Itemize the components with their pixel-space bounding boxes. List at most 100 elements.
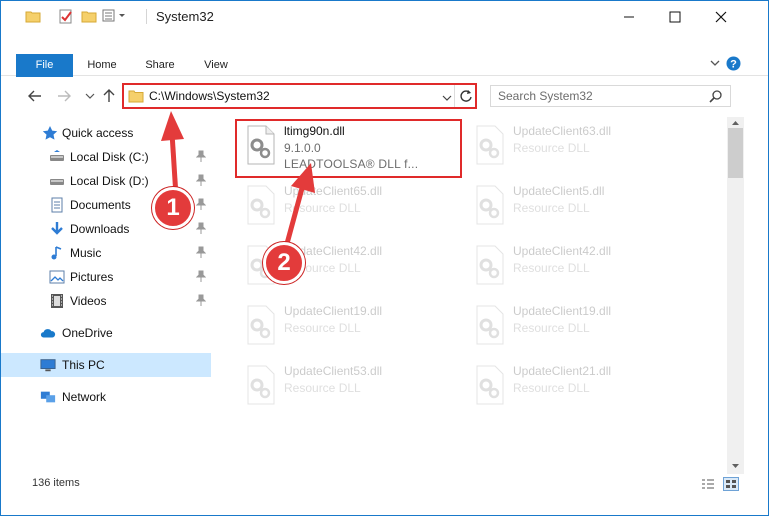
network-icon <box>40 389 56 405</box>
forward-button[interactable] <box>55 87 73 105</box>
window-title: System32 <box>156 9 214 24</box>
file-item[interactable]: UpdateClient63.dll Resource DLL <box>465 119 689 175</box>
expand-ribbon-icon[interactable] <box>709 57 721 72</box>
pin-icon[interactable] <box>196 150 206 162</box>
drive-icon <box>49 173 65 189</box>
nav-item-local-disk-c[interactable]: Local Disk (C:) <box>1 145 211 169</box>
new-folder-icon[interactable] <box>81 8 97 26</box>
pin-icon[interactable] <box>196 270 206 282</box>
nav-label: Downloads <box>70 222 130 236</box>
up-button[interactable] <box>100 87 118 105</box>
pin-icon[interactable] <box>196 222 206 234</box>
file-item[interactable]: UpdateClient42.dll Resource DLL <box>465 239 689 295</box>
title-bar: System32 <box>1 1 768 32</box>
file-item[interactable]: UpdateClient53.dll Resource DLL <box>236 359 460 415</box>
dll-file-icon <box>247 305 275 345</box>
downloads-icon <box>49 221 65 237</box>
tab-share[interactable]: Share <box>137 54 183 77</box>
address-path[interactable]: C:\Windows\System32 <box>149 89 270 103</box>
dll-file-icon <box>476 245 504 285</box>
dll-file-icon <box>476 125 504 165</box>
address-divider <box>454 85 455 107</box>
address-dropdown-icon[interactable] <box>442 91 452 105</box>
pin-icon[interactable] <box>196 174 206 186</box>
file-name: UpdateClient53.dll <box>284 364 383 378</box>
scrollbar-thumb[interactable] <box>728 128 743 178</box>
file-description: Resource DLL <box>513 201 590 215</box>
nav-label: Pictures <box>70 270 114 284</box>
nav-item-music[interactable]: Music <box>1 241 211 265</box>
pin-icon[interactable] <box>196 246 206 258</box>
explorer-window: System32 File Home Share View ? C:\Windo… <box>0 0 769 516</box>
pin-icon[interactable] <box>196 198 206 210</box>
title-separator <box>146 9 147 24</box>
file-description: Resource DLL <box>284 201 361 215</box>
details-view-icon[interactable] <box>701 478 715 493</box>
nav-label: Local Disk (D:) <box>70 174 149 188</box>
file-description: Resource DLL <box>284 381 361 395</box>
status-bar <box>1 475 768 495</box>
nav-label: This PC <box>62 358 105 372</box>
folder-icon <box>128 88 144 107</box>
svg-text:?: ? <box>730 59 737 71</box>
nav-network[interactable]: Network <box>1 385 211 409</box>
help-icon[interactable]: ? <box>726 56 741 74</box>
dll-file-icon <box>476 365 504 405</box>
minimize-button[interactable] <box>606 1 652 32</box>
nav-item-videos[interactable]: Videos <box>1 289 211 313</box>
dll-file-icon <box>247 185 275 225</box>
videos-icon <box>49 293 65 309</box>
folder-icon <box>25 8 41 26</box>
refresh-icon[interactable] <box>459 88 473 107</box>
file-description: Resource DLL <box>513 261 590 275</box>
file-name: UpdateClient5.dll <box>513 184 605 198</box>
file-item[interactable]: UpdateClient5.dll Resource DLL <box>465 179 689 235</box>
back-button[interactable] <box>26 87 44 105</box>
step-2-badge: 2 <box>263 242 305 284</box>
close-icon <box>715 11 727 22</box>
dll-file-icon <box>247 365 275 405</box>
file-name: UpdateClient65.dll <box>284 184 383 198</box>
highlight-box <box>235 119 462 178</box>
close-button[interactable] <box>698 1 744 32</box>
file-item[interactable]: UpdateClient65.dll Resource DLL <box>236 179 460 235</box>
nav-quick-access[interactable]: Quick access <box>1 121 211 145</box>
item-count: 136 items <box>32 477 80 489</box>
navigation-pane: Quick access Local Disk (C:) Local Disk … <box>1 117 213 462</box>
search-icon[interactable] <box>709 89 723 106</box>
recent-locations-button[interactable] <box>81 87 99 105</box>
search-box[interactable]: Search System32 <box>490 85 731 107</box>
properties-icon[interactable] <box>58 8 74 26</box>
maximize-button[interactable] <box>652 1 698 32</box>
customize-toolbar-icon[interactable] <box>102 8 130 26</box>
search-input[interactable]: Search System32 <box>498 89 593 103</box>
cloud-icon <box>40 325 56 341</box>
scroll-up-icon[interactable] <box>731 120 740 126</box>
drive-icon <box>49 149 65 165</box>
nav-label: Network <box>62 390 107 404</box>
large-icons-view-icon[interactable] <box>723 477 739 491</box>
nav-onedrive[interactable]: OneDrive <box>1 321 211 345</box>
file-name: UpdateClient42.dll <box>513 244 612 258</box>
tab-file[interactable]: File <box>16 54 73 77</box>
tab-home[interactable]: Home <box>79 54 125 77</box>
file-name: UpdateClient63.dll <box>513 124 612 138</box>
nav-label: Music <box>70 246 102 260</box>
file-item[interactable]: UpdateClient21.dll Resource DLL <box>465 359 689 415</box>
pin-icon[interactable] <box>196 294 206 306</box>
computer-icon <box>40 357 56 373</box>
scroll-down-icon[interactable] <box>731 463 740 469</box>
file-name: UpdateClient19.dll <box>284 304 383 318</box>
nav-item-pictures[interactable]: Pictures <box>1 265 211 289</box>
file-item[interactable]: UpdateClient19.dll Resource DLL <box>236 299 460 355</box>
file-description: Resource DLL <box>513 141 590 155</box>
nav-this-pc[interactable]: This PC <box>1 353 211 377</box>
tab-view[interactable]: View <box>193 54 239 77</box>
file-description: Resource DLL <box>513 381 590 395</box>
step-1-badge: 1 <box>152 187 194 229</box>
file-item[interactable]: UpdateClient19.dll Resource DLL <box>465 299 689 355</box>
pictures-icon <box>49 269 65 285</box>
dll-file-icon <box>476 185 504 225</box>
back-arrow-icon <box>28 90 41 102</box>
address-bar[interactable]: C:\Windows\System32 <box>122 83 477 109</box>
